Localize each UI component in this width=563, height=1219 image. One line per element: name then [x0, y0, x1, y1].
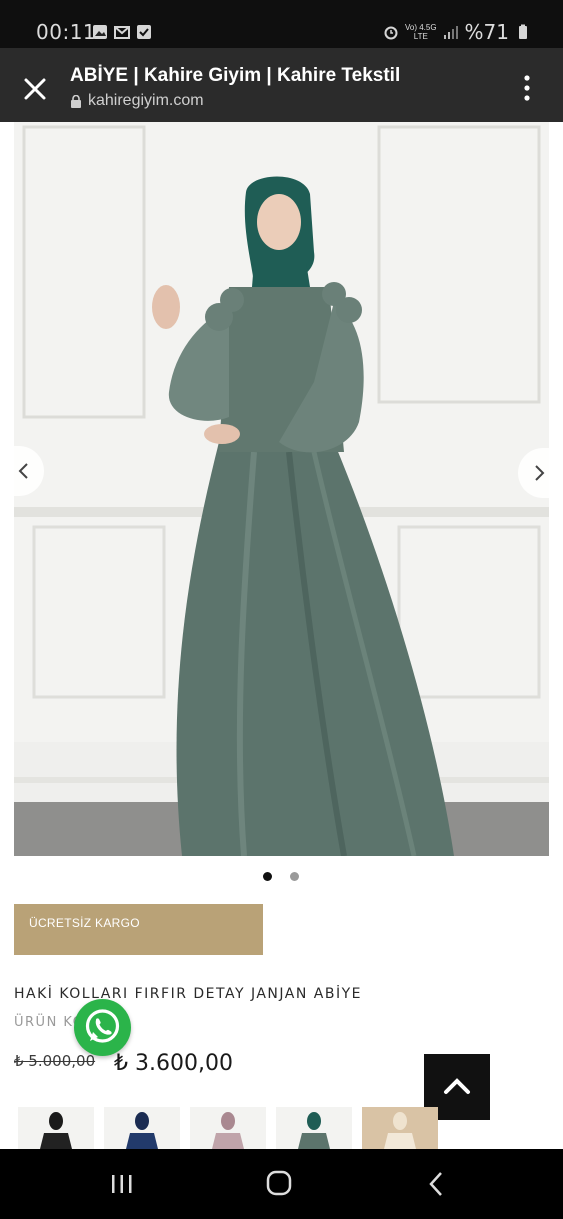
status-bar: 00:11 Vo) 4.5G LTE %71	[0, 0, 563, 48]
dress-photo	[14, 122, 549, 856]
thumbnail-cream[interactable]	[362, 1107, 438, 1149]
thumbnail-green-image	[276, 1107, 352, 1149]
check-notification-icon	[137, 25, 151, 39]
new-price: ₺ 3.600,00	[114, 1051, 233, 1076]
thumbnail-black[interactable]	[18, 1107, 94, 1149]
browser-toolbar: ABİYE | Kahire Giyim | Kahire Tekstil ka…	[0, 48, 563, 122]
thumbnail-mauve-image	[190, 1107, 266, 1149]
chevron-left-icon	[18, 463, 28, 479]
free-shipping-label: ÜCRETSİZ KARGO	[29, 916, 140, 930]
overflow-menu-icon[interactable]	[515, 73, 539, 103]
variant-thumbnails	[14, 1107, 563, 1149]
status-right: Vo) 4.5G LTE %71	[383, 20, 531, 44]
image-icon	[93, 25, 107, 39]
thumbnail-mauve[interactable]	[190, 1107, 266, 1149]
product-name: HAKİ KOLLARI FIRFIR DETAY JANJAN ABİYE	[14, 986, 362, 1002]
alarm-icon	[384, 26, 398, 40]
network-indicator: Vo) 4.5G LTE	[405, 23, 437, 41]
thumbnail-navy[interactable]	[104, 1107, 180, 1149]
back-icon[interactable]	[417, 1167, 457, 1201]
carousel-next-button[interactable]	[518, 448, 563, 498]
thumbnail-cream-image	[362, 1107, 438, 1149]
status-left-icons	[92, 24, 152, 40]
free-shipping-badge: ÜCRETSİZ KARGO	[14, 904, 263, 955]
close-icon[interactable]	[18, 72, 52, 106]
page-title: ABİYE | Kahire Giyim | Kahire Tekstil	[70, 65, 401, 86]
whatsapp-button[interactable]	[74, 999, 131, 1056]
page-url[interactable]: kahiregiyim.com	[88, 92, 204, 110]
thumbnail-black-image	[18, 1107, 94, 1149]
carousel-dot-2[interactable]	[290, 872, 299, 881]
lock-icon	[71, 95, 81, 108]
battery-percent: %71	[464, 20, 509, 44]
gmail-icon	[114, 26, 130, 39]
system-navigation-bar	[0, 1149, 563, 1219]
net-bottom: LTE	[413, 32, 428, 41]
carousel-dots	[263, 872, 299, 881]
thumbnail-green[interactable]	[276, 1107, 352, 1149]
thumbnail-navy-image	[104, 1107, 180, 1149]
net-top: Vo) 4.5G	[404, 23, 437, 32]
carousel-prev-button[interactable]	[0, 446, 44, 496]
recents-icon[interactable]	[102, 1167, 142, 1201]
home-icon[interactable]	[259, 1167, 299, 1201]
chevron-right-icon	[535, 465, 545, 481]
product-image[interactable]	[14, 122, 549, 856]
carousel-dot-1[interactable]	[263, 872, 272, 881]
battery-icon	[519, 24, 527, 39]
signal-icon	[443, 26, 458, 39]
whatsapp-icon	[85, 1009, 120, 1043]
status-time: 00:11	[36, 20, 97, 44]
